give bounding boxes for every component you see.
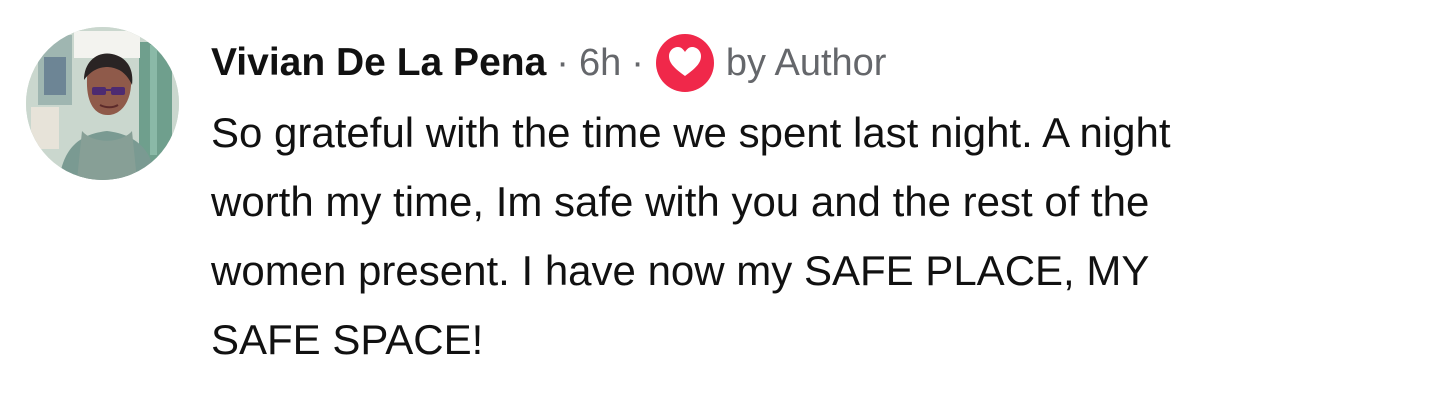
comment-text-line: SAFE SPACE!: [211, 316, 484, 363]
comment-text-line: women present. I have now my SAFE PLACE,…: [211, 247, 1150, 294]
avatar[interactable]: [26, 27, 179, 180]
reaction-label: by Author: [725, 41, 887, 84]
comment-text-line: So grateful with the time we spent last …: [211, 109, 1171, 156]
separator-dot: ·: [556, 41, 569, 84]
separator-dot: ·: [631, 41, 644, 84]
comment-text-line: worth my time, Im safe with you and the …: [211, 178, 1150, 225]
author-name[interactable]: Vivian De La Pena: [211, 41, 546, 85]
comment-header: Vivian De La Pena · 6h · by Author: [211, 34, 886, 92]
comment-body: So grateful with the time we spent last …: [211, 98, 1436, 374]
avatar-image: [26, 27, 179, 180]
comment: Vivian De La Pena · 6h · by Author So gr…: [0, 0, 1440, 394]
timestamp[interactable]: 6h: [579, 42, 621, 85]
heart-icon: [654, 32, 716, 94]
